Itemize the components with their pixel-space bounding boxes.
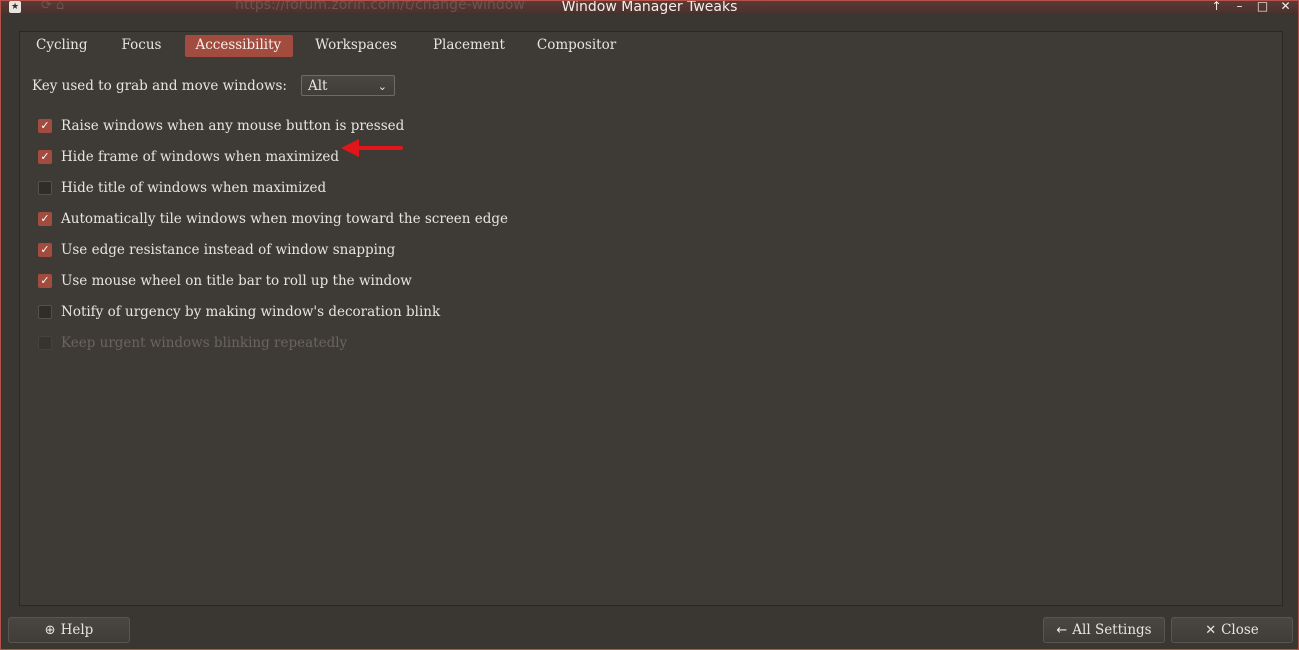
annotation-arrow-icon [341,139,403,157]
option-label: Hide frame of windows when maximized [61,148,339,165]
help-button[interactable]: ⊕ Help [8,617,130,643]
close-icon[interactable]: ✕ [1279,1,1292,13]
options-list: ✓ Raise windows when any mouse button is… [38,110,508,358]
option-edge-resistance[interactable]: ✓ Use edge resistance instead of window … [38,234,508,265]
window-controls: ↑ – □ ✕ [1210,1,1292,13]
tab-compositor[interactable]: Compositor [527,35,628,57]
all-settings-button[interactable]: ← All Settings [1043,617,1165,643]
close-button-label: Close [1221,622,1259,638]
checkbox[interactable] [38,180,52,195]
checkbox[interactable] [38,304,52,319]
option-label: Use edge resistance instead of window sn… [61,241,396,258]
tab-workspaces[interactable]: Workspaces [305,35,409,57]
checkbox[interactable]: ✓ [38,273,52,288]
tab-cycling[interactable]: Cycling [26,35,100,57]
tab-accessibility[interactable]: Accessibility [185,35,294,57]
titlebar[interactable]: ★ ⟳ ⌂ https://forum.zorin.com/t/change-w… [1,1,1298,14]
grab-key-label: Key used to grab and move windows: [32,77,287,94]
arrow-left-icon: ← [1056,622,1068,638]
chevron-down-icon: ⌄ [377,80,387,93]
option-hide-frame[interactable]: ✓ Hide frame of windows when maximized [38,141,508,172]
window-manager-tweaks-dialog: ★ ⟳ ⌂ https://forum.zorin.com/t/change-w… [0,0,1299,650]
grab-key-select[interactable]: Alt ⌄ [300,75,395,96]
all-settings-button-label: All Settings [1072,622,1152,638]
option-label: Use mouse wheel on title bar to roll up … [61,272,412,289]
option-label: Hide title of windows when maximized [61,179,327,196]
option-auto-tile[interactable]: ✓ Automatically tile windows when moving… [38,203,508,234]
option-keep-blinking: Keep urgent windows blinking repeatedly [38,327,508,358]
tab-placement[interactable]: Placement [423,35,517,57]
option-label: Notify of urgency by making window's dec… [61,303,441,320]
window-title: Window Manager Tweaks [561,1,738,14]
option-hide-title[interactable]: Hide title of windows when maximized [38,172,508,203]
grab-key-value: Alt [307,78,328,94]
checkbox[interactable]: ✓ [38,149,52,164]
checkbox[interactable]: ✓ [38,211,52,226]
tab-focus[interactable]: Focus [112,35,174,57]
checkbox[interactable]: ✓ [38,118,52,133]
tab-bar: Cycling Focus Accessibility Workspaces P… [26,35,628,57]
option-label: Keep urgent windows blinking repeatedly [61,334,348,351]
up-icon[interactable]: ↑ [1210,1,1223,13]
close-icon: ✕ [1205,622,1217,638]
maximize-icon[interactable]: □ [1256,1,1269,13]
grab-key-row: Key used to grab and move windows: Alt ⌄ [32,75,395,96]
help-icon: ⊕ [44,622,56,638]
option-urgency-blink[interactable]: Notify of urgency by making window's dec… [38,296,508,327]
close-button[interactable]: ✕ Close [1171,617,1293,643]
option-label: Raise windows when any mouse button is p… [61,117,405,134]
help-button-label: Help [60,622,94,638]
tab-panel: Cycling Focus Accessibility Workspaces P… [19,31,1283,606]
option-raise-on-click[interactable]: ✓ Raise windows when any mouse button is… [38,110,508,141]
option-roll-up[interactable]: ✓ Use mouse wheel on title bar to roll u… [38,265,508,296]
checkbox[interactable]: ✓ [38,242,52,257]
checkbox [38,335,52,350]
minimize-icon[interactable]: – [1233,1,1246,13]
option-label: Automatically tile windows when moving t… [61,210,509,227]
